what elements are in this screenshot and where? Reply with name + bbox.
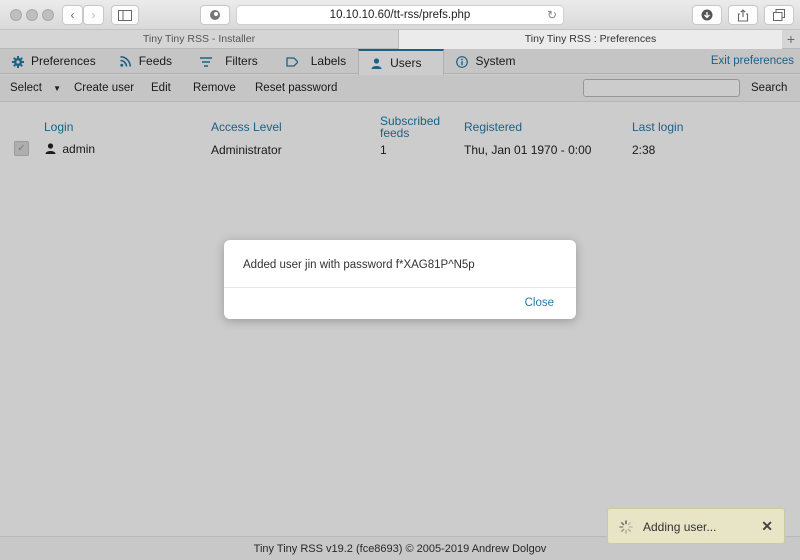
browser-titlebar: ‹ › 10.10.10.60/tt-rss/prefs.php ↻: [0, 0, 800, 30]
close-icon[interactable]: ✕: [761, 518, 773, 535]
close-window-button[interactable]: [10, 9, 22, 21]
tabs-overview-button[interactable]: [764, 5, 794, 25]
share-button[interactable]: [728, 5, 758, 25]
chevron-left-icon: ‹: [70, 8, 75, 22]
browser-tab-installer[interactable]: Tiny Tiny RSS - Installer: [0, 30, 399, 49]
zoom-window-button[interactable]: [42, 9, 54, 21]
url-text: 10.10.10.60/tt-rss/prefs.php: [329, 9, 471, 21]
site-settings-button[interactable]: [200, 5, 230, 25]
notification-toast: Adding user... ✕: [607, 508, 785, 544]
notification-text: Adding user...: [643, 520, 717, 534]
sidebar-icon: [118, 9, 132, 21]
back-button[interactable]: ‹: [62, 5, 83, 25]
share-icon: [737, 8, 749, 22]
dialog-message: Added user jin with password f*XAG81P^N5…: [243, 259, 475, 271]
minimize-window-button[interactable]: [26, 9, 38, 21]
downloads-button[interactable]: [692, 5, 722, 25]
spinner-icon: [619, 520, 633, 534]
reload-icon[interactable]: ↻: [547, 6, 557, 24]
dialog-close-button[interactable]: Close: [525, 297, 554, 309]
chevron-right-icon: ›: [91, 8, 96, 22]
browser-tab-preferences[interactable]: Tiny Tiny RSS : Preferences: [399, 30, 782, 49]
dialog-divider: [224, 287, 576, 288]
address-bar[interactable]: 10.10.10.60/tt-rss/prefs.php ↻: [236, 5, 564, 25]
tabs-icon: [773, 9, 785, 21]
sidebar-button[interactable]: [111, 5, 139, 25]
download-icon: [701, 9, 713, 21]
alert-dialog: Added user jin with password f*XAG81P^N5…: [224, 240, 576, 319]
browser-tabbar: Tiny Tiny RSS - Installer Tiny Tiny RSS …: [0, 30, 800, 49]
globe-icon: [210, 10, 220, 20]
forward-button[interactable]: ›: [83, 5, 104, 25]
new-tab-button[interactable]: +: [782, 30, 800, 48]
